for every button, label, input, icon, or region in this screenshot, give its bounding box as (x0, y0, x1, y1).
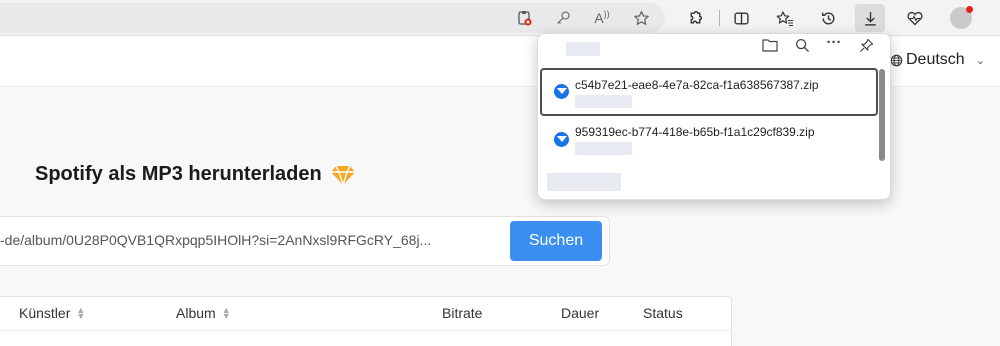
column-bitrate: Bitrate (442, 305, 482, 321)
url-input[interactable]: -de/album/0U28P0QVB1QRxpqp5IHOlH?si=2AnN… (0, 232, 495, 248)
flyout-scrollbar[interactable] (879, 69, 885, 161)
pin-icon[interactable] (856, 38, 876, 57)
column-status: Status (643, 305, 683, 321)
download-file-name[interactable]: 959319ec-b774-418e-b65b-f1a1c29cf839.zip (575, 125, 815, 139)
health-heart-icon[interactable] (903, 6, 927, 30)
favorite-star-icon[interactable] (629, 6, 653, 30)
download-status-redacted (575, 95, 632, 108)
notification-dot (966, 6, 973, 13)
history-icon[interactable] (816, 6, 840, 30)
results-table (0, 296, 732, 346)
search-button[interactable]: Suchen (510, 221, 602, 261)
sort-icon: ▲ ▼ (221, 305, 231, 321)
table-divider (0, 330, 732, 331)
column-album[interactable]: Album ▲ ▼ (176, 305, 231, 321)
column-bitrate-label: Bitrate (442, 305, 483, 321)
page-title: Spotify als MP3 herunterladen (35, 163, 356, 186)
language-label: Deutsch (906, 51, 965, 68)
column-status-label: Status (643, 305, 683, 321)
open-folder-icon[interactable] (760, 38, 780, 56)
toolbar-separator (719, 10, 720, 26)
flyout-title-redacted (566, 42, 600, 56)
split-screen-icon[interactable] (729, 6, 753, 30)
column-duration: Dauer (561, 305, 599, 321)
read-aloud-icon[interactable]: A)) (590, 6, 614, 30)
column-album-label: Album (176, 305, 216, 321)
column-duration-label: Dauer (561, 305, 600, 321)
language-selector[interactable]: Deutsch ⌄ (890, 51, 985, 69)
key-icon[interactable] (551, 6, 575, 30)
more-options-icon[interactable]: ··· (824, 34, 844, 51)
diamond-icon (330, 165, 355, 186)
clipboard-alert-icon[interactable] (512, 6, 536, 30)
file-download-icon (554, 84, 569, 99)
search-icon[interactable] (792, 38, 812, 57)
download-item[interactable] (540, 68, 878, 116)
downloads-icon[interactable] (855, 4, 885, 32)
browser-toolbar: A)) (0, 0, 1000, 36)
chevron-down-icon: ⌄ (975, 54, 985, 67)
see-more-redacted[interactable] (547, 173, 621, 191)
file-download-icon (554, 132, 569, 147)
page-title-text: Spotify als MP3 herunterladen (35, 163, 322, 185)
favorites-icon[interactable] (773, 6, 797, 30)
download-status-redacted (575, 142, 632, 155)
download-file-name[interactable]: c54b7e21-eae8-4e7a-82ca-f1a638567387.zip (575, 78, 819, 92)
column-artist-label: Künstler (19, 305, 71, 321)
globe-icon (890, 54, 903, 66)
sort-icon: ▲ ▼ (76, 305, 86, 321)
column-artist[interactable]: Künstler ▲ ▼ (19, 305, 85, 321)
extensions-icon[interactable] (683, 6, 707, 30)
